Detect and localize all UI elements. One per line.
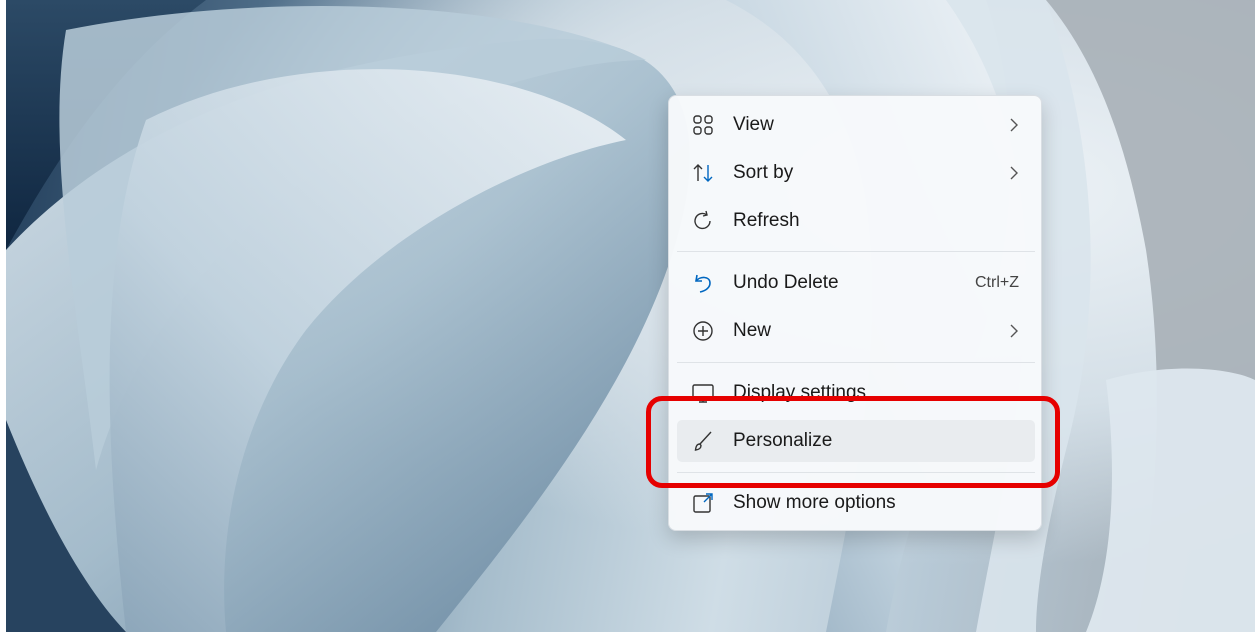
- chevron-right-icon: [1010, 324, 1018, 338]
- sort-arrows-icon: [693, 164, 713, 182]
- menu-separator: [677, 251, 1035, 252]
- menu-item-new[interactable]: New: [677, 310, 1035, 352]
- plus-circle-icon: [693, 321, 713, 341]
- shortcut-hint: Ctrl+Z: [975, 274, 1019, 291]
- menu-item-show-more-options-label: Show more options: [733, 492, 896, 513]
- expand-icon: [693, 493, 713, 513]
- menu-item-show-more-options[interactable]: Show more options: [677, 482, 1035, 524]
- menu-item-refresh[interactable]: Refresh: [677, 200, 1035, 242]
- undo-icon: [695, 274, 711, 293]
- chevron-right-icon: [1010, 166, 1018, 180]
- menu-item-sort-by[interactable]: Sort by: [677, 152, 1035, 194]
- menu-separator: [677, 362, 1035, 363]
- menu-item-undo-delete-label: Undo Delete: [733, 272, 839, 293]
- menu-item-sort-by-label: Sort by: [733, 162, 794, 183]
- chevron-right-icon: [1010, 118, 1018, 132]
- grid-view-icon: [693, 115, 713, 135]
- menu-item-new-label: New: [733, 320, 772, 341]
- menu-item-undo-delete[interactable]: Undo Delete Ctrl+Z: [677, 262, 1035, 304]
- desktop-wallpaper[interactable]: [6, 0, 1255, 632]
- menu-item-view[interactable]: View: [677, 104, 1035, 146]
- refresh-icon: [694, 210, 711, 230]
- menu-item-refresh-label: Refresh: [733, 210, 800, 231]
- wallpaper-bloom-graphic: [6, 0, 1255, 632]
- annotation-highlight-box: [646, 396, 1060, 488]
- menu-item-view-label: View: [733, 114, 774, 135]
